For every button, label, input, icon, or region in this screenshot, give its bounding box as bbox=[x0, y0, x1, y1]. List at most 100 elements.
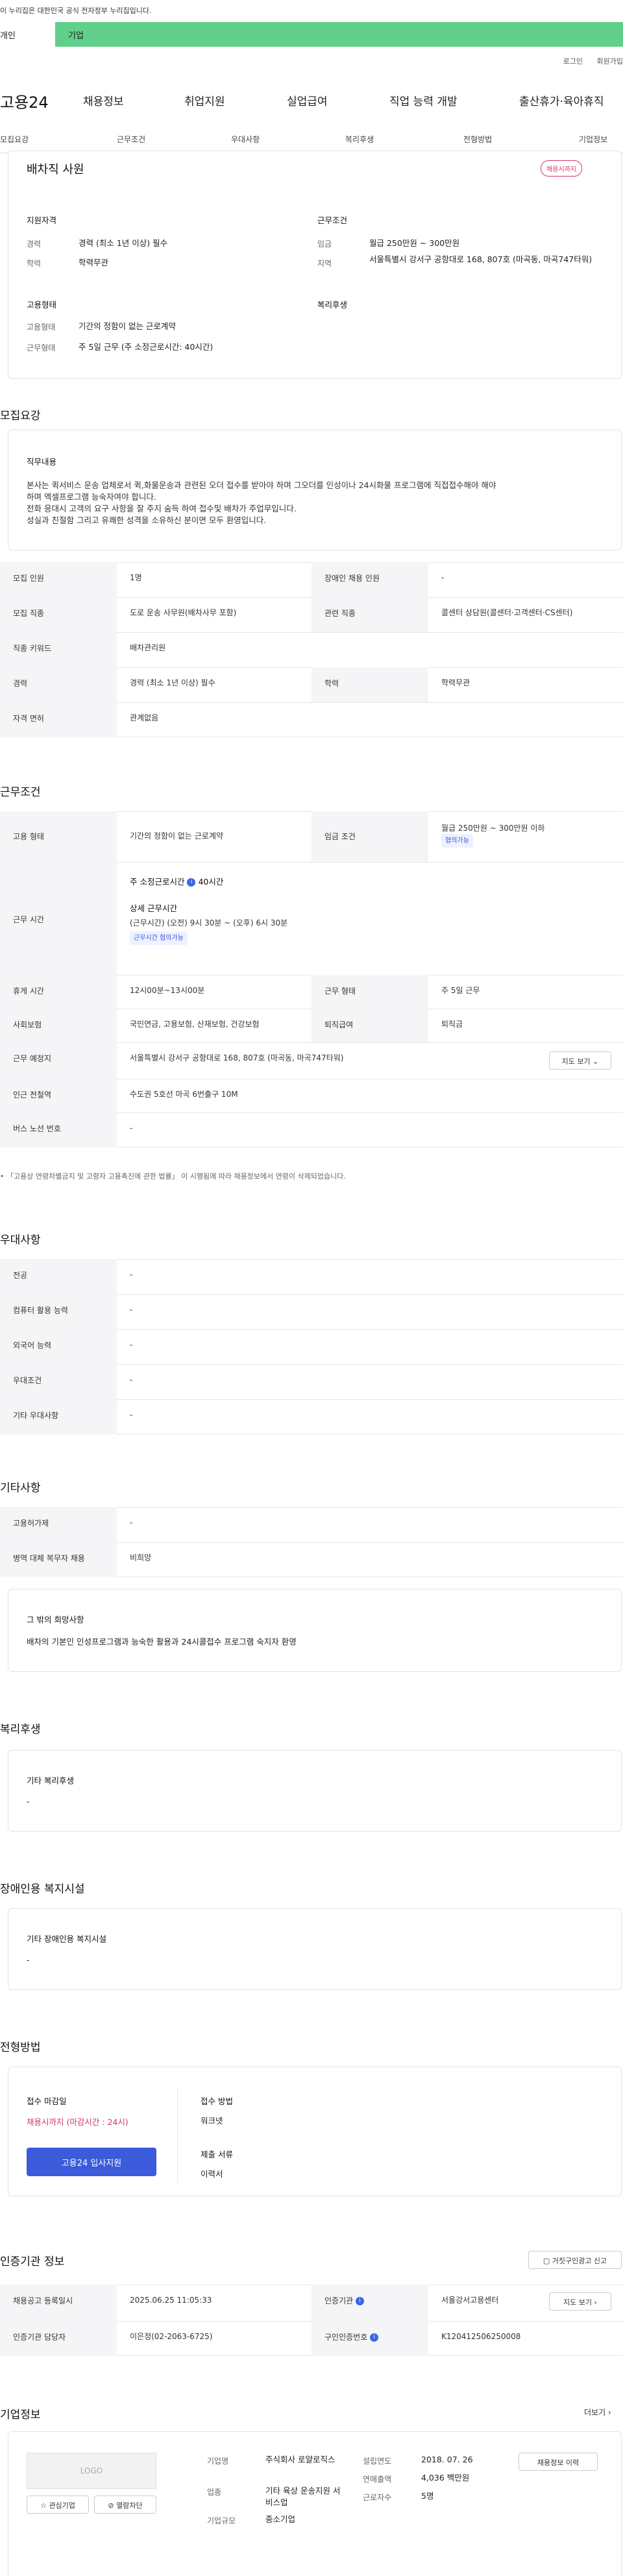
pref-heading: 우대사항 bbox=[0, 1234, 41, 1247]
user-type-tabs: 개인 기업 bbox=[0, 22, 623, 47]
weekly-hours-label: 주 소정근로시간 bbox=[130, 877, 185, 887]
signup-link[interactable]: 회원가입 bbox=[597, 57, 623, 66]
wage-label: 임금 bbox=[317, 239, 332, 249]
table-cell: 2025.06.25 11:05:33 bbox=[130, 2296, 212, 2305]
sales-value: 4,036 백만원 bbox=[421, 2473, 470, 2483]
snb-item-work[interactable]: 근무조건 bbox=[117, 134, 145, 145]
work-value: 주 5일 근무 (주 소정근로시간: 40시간) bbox=[79, 342, 214, 352]
gnb-item-benefit[interactable]: 실업급여 bbox=[287, 92, 328, 108]
company-logo: LOGO bbox=[27, 2453, 156, 2489]
job-desc-line: 하며 엑셀프로그램 능숙자여야 합니다. bbox=[27, 492, 156, 502]
star-icon: ☆ bbox=[40, 2501, 47, 2510]
map-button[interactable]: 지도 보기 ⌄ bbox=[549, 1051, 611, 1070]
login-link[interactable]: 로그인 bbox=[563, 57, 583, 66]
table-cell: - bbox=[441, 573, 445, 582]
divider bbox=[177, 2087, 178, 2183]
table-header: 기타 우대사항 bbox=[0, 1399, 117, 1434]
recruit-heading: 모집요강 bbox=[0, 410, 41, 423]
agency-table: 채용공고 등록일시 2025.06.25 11:05:33 인증기관 i 서울강… bbox=[0, 2285, 623, 2356]
apply-button[interactable]: 고용24 입사지원 bbox=[27, 2148, 156, 2176]
company-heading: 기업정보 bbox=[0, 2409, 41, 2422]
table-cell: - bbox=[130, 1518, 133, 1527]
table-header: 컴퓨터 활용 능력 bbox=[0, 1294, 117, 1329]
table-header: 근무 형태 bbox=[312, 975, 428, 1009]
util-nav: 로그인 회원가입 bbox=[552, 56, 623, 66]
tab-company[interactable]: 기업 bbox=[55, 22, 623, 47]
table-header: 근무 예정지 bbox=[0, 1042, 117, 1079]
gnb-item-support[interactable]: 취업지원 bbox=[184, 92, 225, 108]
table-cell: 국민연금, 고용보험, 산재보험, 건강보험 bbox=[130, 1020, 260, 1029]
disab-card: 기타 장애인용 복지시설 - bbox=[8, 1908, 622, 1990]
negotiable-tag: 협의가능 bbox=[441, 834, 473, 848]
table-header: 모집 직종 bbox=[0, 597, 117, 632]
table-cell: 서울특별시 강서구 공항대로 168, 807호 (마곡동, 마곡747타워) bbox=[130, 1053, 344, 1062]
industry-value: 기타 육상 운송지원 서비스업 bbox=[265, 2486, 341, 2507]
summary-card: 배차직 사원 채용시까지 지원자격 경력 경력 (최소 1년 이상) 필수 학력… bbox=[8, 151, 622, 379]
table-header: 직종 키워드 bbox=[0, 632, 117, 667]
wage-cell: 월급 250만원 ~ 300만원 이하 협의가능 bbox=[428, 811, 544, 848]
block-label: 열람차단 bbox=[116, 2501, 143, 2510]
deadline-label: 접수 마감일 bbox=[27, 2096, 67, 2106]
tab-personal[interactable]: 개인 bbox=[0, 22, 55, 47]
hours-negotiable-tag: 근무시간 협의가능 bbox=[130, 931, 188, 945]
table-cell: - bbox=[130, 1410, 133, 1419]
info-icon[interactable]: i bbox=[356, 2297, 364, 2305]
recruit-table: 모집 인원 1명 장애인 채용 인원 - 모집 직종 도로 운송 사무원(배차사… bbox=[0, 562, 623, 737]
etc-table: 고용허가제 - 병역 대체 복무자 채용 비희망 bbox=[0, 1507, 623, 1577]
area-label: 지역 bbox=[317, 259, 332, 268]
job-desc-card: 직무내용 본사는 퀵서비스 운송 업체로서 퀵,화물운송과 관련된 오더 접수를… bbox=[8, 430, 622, 550]
gnb-item-training[interactable]: 직업 능력 개발 bbox=[389, 92, 458, 108]
table-cell: - bbox=[130, 1270, 133, 1279]
size-label: 기업규모 bbox=[207, 2516, 236, 2525]
snb-item-company[interactable]: 기업정보 bbox=[579, 134, 607, 145]
table-cell: 학력무관 bbox=[441, 678, 470, 687]
edu-value: 학력무관 bbox=[79, 258, 109, 267]
info-icon[interactable]: i bbox=[370, 2333, 379, 2342]
table-header: 인근 전철역 bbox=[0, 1079, 117, 1112]
sales-label: 연매출액 bbox=[363, 2475, 392, 2484]
job-desc-line: 본사는 퀵서비스 운송 업체로서 퀵,화물운송과 관련된 오더 접수를 받아야 … bbox=[27, 480, 496, 490]
fav-button[interactable]: ☆ 관심기업 bbox=[27, 2496, 89, 2514]
table-header: 근무 시간 bbox=[0, 862, 117, 975]
gnb-item-leave[interactable]: 출산휴가·육아휴직 bbox=[519, 92, 604, 108]
table-cell: 이은정(02-2063-6725) bbox=[130, 2332, 213, 2341]
gnb-item-jobs[interactable]: 채용정보 bbox=[83, 92, 124, 108]
docs-value: 이력서 bbox=[201, 2169, 223, 2179]
table-cell: - bbox=[130, 1123, 133, 1133]
history-button[interactable]: 채용정보 이력 bbox=[519, 2453, 598, 2471]
fav-label: 관심기업 bbox=[49, 2501, 75, 2510]
table-cell: 콜센터 상담원(콜센터·고객센터·CS센터) bbox=[441, 608, 573, 617]
job-desc-line: 성실과 친절함 그리고 유쾌한 성격을 소유하신 분이면 모두 환영입니다. bbox=[27, 515, 267, 525]
detail-hours-title: 상세 근무시간 bbox=[130, 903, 177, 913]
welfare-title: 복리후생 bbox=[317, 300, 348, 310]
table-cell: - bbox=[130, 1340, 133, 1349]
org-label: 인증기관 bbox=[324, 2296, 354, 2305]
agency-map-button[interactable]: 지도 보기 › bbox=[549, 2292, 611, 2311]
table-cell: 관계없음 bbox=[130, 713, 159, 722]
map-button-label: 지도 보기 bbox=[563, 2298, 592, 2307]
info-icon[interactable]: i bbox=[187, 878, 196, 887]
snb-item-recruit[interactable]: 모집요강 bbox=[0, 134, 29, 145]
work-table: 고용 형태 기간의 정함이 없는 근로계약 임금 조건 월급 250만원 ~ 3… bbox=[0, 811, 623, 1147]
welfare-card: 기타 복리후생 - bbox=[8, 1750, 622, 1832]
table-header: 임금 조건 bbox=[312, 811, 428, 862]
est-label: 설립연도 bbox=[363, 2457, 392, 2466]
table-cell: 기간의 정함이 없는 근로계약 bbox=[130, 831, 223, 840]
snb-item-pref[interactable]: 우대사항 bbox=[231, 134, 260, 145]
career-value: 경력 (최소 1년 이상) 필수 bbox=[79, 238, 168, 248]
snb-item-screen[interactable]: 전형방법 bbox=[463, 134, 492, 145]
emp-label: 고용형태 bbox=[27, 323, 56, 332]
report-button[interactable]: ▢ 거짓구인광고 신고 bbox=[528, 2251, 622, 2269]
site-logo[interactable]: 고용24 bbox=[0, 90, 49, 112]
table-cell: 1명 bbox=[130, 573, 142, 582]
table-header: 고용 형태 bbox=[0, 811, 117, 862]
job-desc-line: 전화 응대시 고객의 요구 사항을 잘 주지 숨득 하여 접수및 배차가 주업무… bbox=[27, 504, 297, 513]
more-link[interactable]: 더보기 › bbox=[584, 2407, 611, 2418]
table-cell: 수도권 5호선 마곡 6번출구 10M bbox=[130, 1090, 238, 1099]
wish-value: 배차의 기본인 인성프로그램과 능숙한 활용과 24시콜접수 프로그램 숙지자 … bbox=[27, 1637, 297, 1647]
job-desc-title: 직무내용 bbox=[27, 457, 57, 467]
wage-value: 월급 250만원 ~ 300만원 이하 bbox=[441, 824, 545, 833]
block-button[interactable]: ⊘ 열람차단 bbox=[94, 2496, 156, 2514]
welfare-heading: 복리후생 bbox=[0, 1723, 41, 1736]
snb-item-welfare[interactable]: 복리후생 bbox=[345, 134, 374, 145]
